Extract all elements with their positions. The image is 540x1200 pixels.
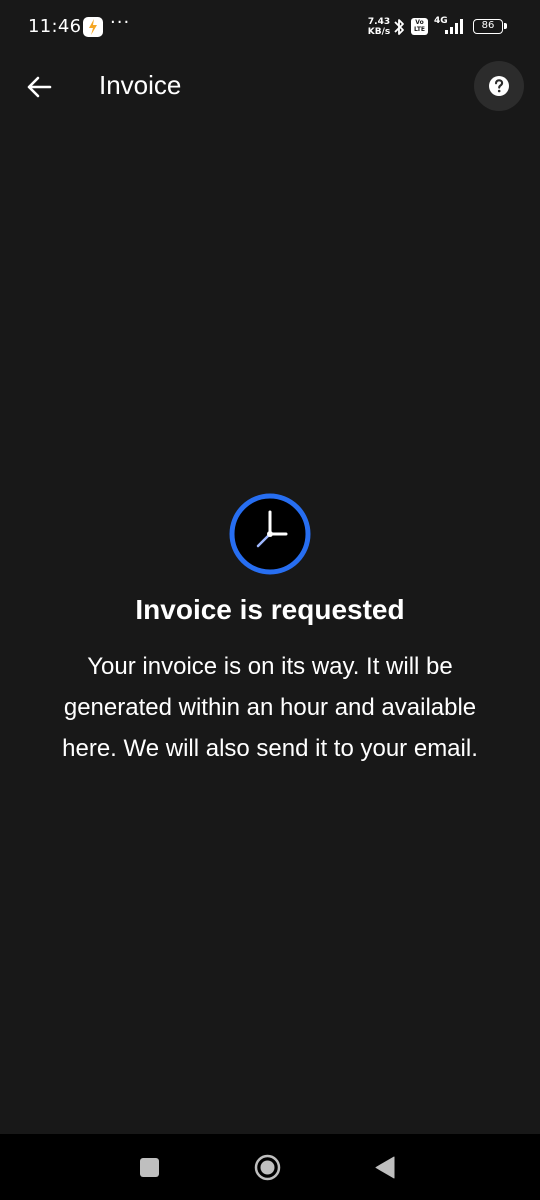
status-bar: 11:46 ··· 7.43 KB/s Vo LTE 4G 86 xyxy=(0,0,540,56)
clock-icon xyxy=(228,492,312,576)
recents-button[interactable] xyxy=(140,1158,159,1177)
arrow-left-icon xyxy=(27,76,52,98)
back-button[interactable] xyxy=(18,66,60,108)
page-title: Invoice xyxy=(99,70,182,100)
status-time: 11:46 xyxy=(28,16,82,37)
help-button[interactable] xyxy=(474,61,524,111)
home-button[interactable] xyxy=(254,1154,281,1181)
network-speed: 7.43 KB/s xyxy=(364,17,394,37)
question-circle-icon xyxy=(489,76,509,96)
signal-strength-icon xyxy=(441,17,467,39)
network-speed-value: 7.43 xyxy=(367,17,391,27)
status-message: Your invoice is on its way. It will be g… xyxy=(62,653,478,762)
triangle-back-icon xyxy=(375,1156,395,1179)
system-nav-bar xyxy=(0,1134,540,1200)
invoice-screen: 11:46 ··· 7.43 KB/s Vo LTE 4G 86 Invoice… xyxy=(0,0,540,1200)
battery-level: 86 xyxy=(481,20,495,31)
volte-icon: Vo LTE xyxy=(411,18,428,35)
network-speed-unit: KB/s xyxy=(367,27,391,37)
home-circle-icon xyxy=(254,1154,281,1181)
bluetooth-icon xyxy=(392,17,406,41)
status-headline: Invoice is requested xyxy=(135,594,405,625)
app-notification-icon xyxy=(83,17,103,37)
battery-icon: 86 xyxy=(473,19,507,34)
more-notifications-icon: ··· xyxy=(110,12,131,33)
nav-back-button[interactable] xyxy=(374,1156,395,1179)
